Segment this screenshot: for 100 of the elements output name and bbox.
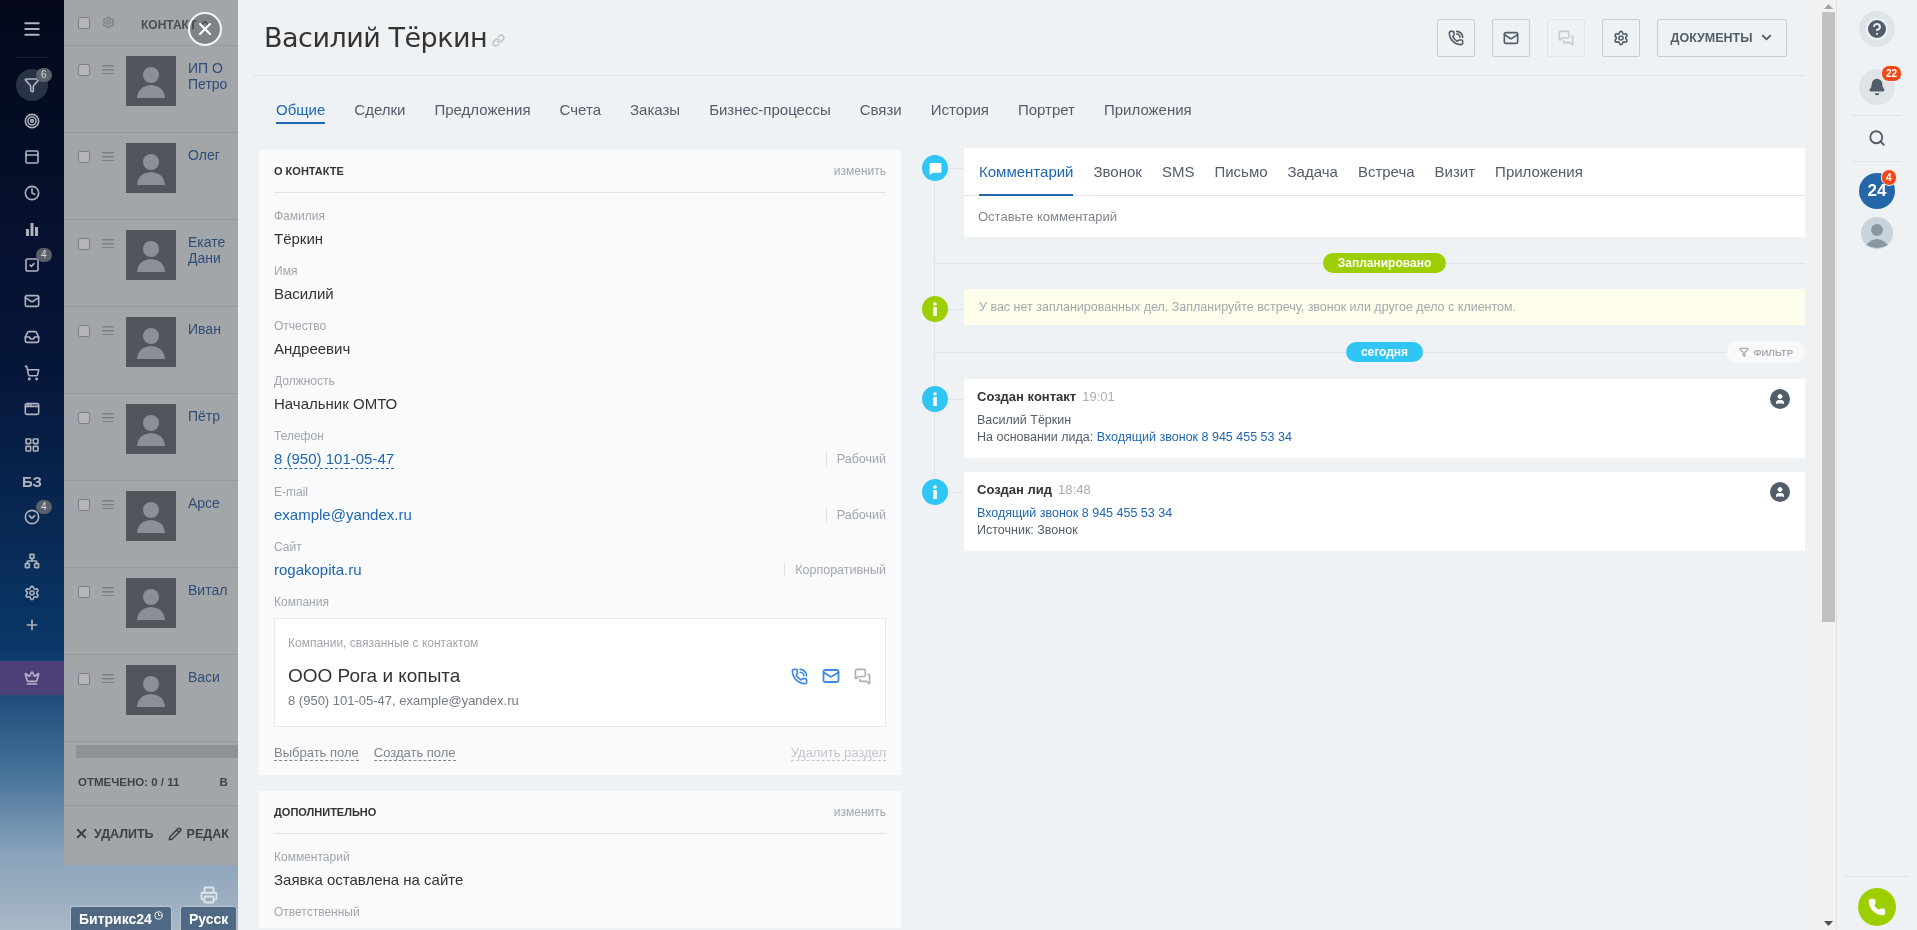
tab[interactable]: Предложения — [434, 94, 531, 124]
checkbox[interactable] — [78, 238, 90, 250]
contact-title: Василий Тёркин — [264, 22, 488, 53]
close-icon — [74, 826, 89, 841]
help-button[interactable] — [1859, 11, 1895, 47]
composer-tab[interactable]: Письмо — [1214, 148, 1268, 196]
lead-link[interactable]: Входящий звонок 8 945 455 53 34 — [977, 506, 1173, 520]
contact-name[interactable]: Арсе — [188, 495, 220, 511]
field-label: Имя — [274, 264, 298, 278]
contact-name[interactable]: Иван — [188, 321, 221, 337]
field-link[interactable]: rogakopita.ru — [274, 560, 362, 579]
nav-label: БЗ — [22, 472, 42, 490]
delete-button[interactable]: УДАЛИТЬ — [74, 826, 154, 841]
tab[interactable]: Бизнес-процессы — [709, 94, 831, 124]
filter-icon — [24, 77, 40, 93]
drag-handle-icon[interactable] — [102, 587, 114, 596]
company-details: 8 (950) 101-05-47, example@yandex.ru — [288, 693, 519, 708]
choose-field-link[interactable]: Выбрать поле — [274, 745, 359, 761]
checkbox[interactable] — [78, 16, 90, 29]
contact-name[interactable]: Пётр — [188, 408, 221, 424]
avatar-placeholder — [126, 230, 176, 280]
notifications-button[interactable] — [1859, 69, 1895, 105]
documents-button[interactable]: ДОКУМЕНТЫ — [1657, 18, 1787, 57]
drag-handle-icon[interactable] — [102, 413, 114, 422]
plus-icon — [24, 617, 40, 633]
email-button[interactable] — [1492, 18, 1530, 57]
checkbox[interactable] — [78, 586, 90, 598]
tab[interactable]: Связи — [859, 94, 902, 124]
value-type: Рабочий — [825, 452, 886, 466]
user-icon-glyph — [1774, 486, 1786, 498]
panel-icon — [24, 149, 40, 165]
drag-handle-icon[interactable] — [102, 500, 114, 509]
lead-link[interactable]: Входящий звонок 8 945 455 53 34 — [1096, 430, 1292, 444]
user-icon[interactable] — [1770, 389, 1790, 409]
drag-handle-icon[interactable] — [102, 239, 114, 248]
create-field-link[interactable]: Создать поле — [373, 745, 456, 761]
contact-name[interactable]: Олег — [188, 147, 220, 163]
drag-handle-icon[interactable] — [102, 65, 114, 74]
brand-button[interactable]: Битрикс24 — [70, 906, 172, 930]
bell-icon — [1868, 78, 1886, 96]
settings-button[interactable] — [1602, 18, 1640, 57]
chevron-down-icon — [24, 509, 40, 525]
contact-name[interactable]: Екате Дани — [188, 234, 226, 266]
tab[interactable]: Приложения — [1103, 94, 1192, 124]
composer-tab[interactable]: Встреча — [1357, 148, 1415, 196]
tab[interactable]: Счета — [559, 94, 601, 124]
field-label: Фамилия — [274, 209, 325, 223]
contact-name[interactable]: Витал — [188, 582, 228, 598]
target-icon — [24, 113, 40, 129]
count-badge: 4 — [36, 248, 52, 262]
search-button[interactable] — [1868, 129, 1886, 147]
edit-button[interactable]: РЕДАК — [167, 826, 229, 841]
nav-item[interactable] — [0, 661, 64, 695]
composer-tab[interactable]: Задача — [1287, 148, 1338, 196]
checkbox[interactable] — [78, 64, 90, 76]
company-name[interactable]: ООО Рога и копыта — [288, 665, 519, 687]
composer-tab[interactable]: Приложения — [1495, 148, 1583, 196]
scroll-down-icon[interactable] — [1823, 921, 1833, 926]
drag-handle-icon[interactable] — [102, 674, 114, 683]
composer-tab[interactable]: SMS — [1161, 148, 1195, 196]
tab[interactable]: Портрет — [1017, 94, 1075, 124]
nav-item[interactable]: БЗ — [0, 463, 64, 499]
field-value: Тёркин — [274, 229, 324, 248]
tab[interactable]: История — [930, 94, 989, 124]
call-button[interactable] — [1437, 18, 1475, 57]
composer-tab[interactable]: Звонок — [1093, 148, 1142, 196]
nav-item[interactable]: 4 — [0, 247, 64, 283]
user-icon[interactable] — [1770, 482, 1790, 502]
field-label: Сайт — [274, 540, 302, 554]
empty-plans-note: У вас нет запланированных дел. Запланируйте встречу, звонок или другое дело с клиентом. — [964, 289, 1805, 325]
mail-icon[interactable] — [822, 667, 840, 685]
field-link[interactable]: example@yandex.ru — [274, 505, 412, 524]
field-value: Василий — [274, 284, 334, 303]
tab[interactable]: Общие — [276, 94, 326, 124]
checkbox[interactable] — [78, 499, 90, 511]
chat-icon[interactable] — [854, 667, 871, 685]
checkbox[interactable] — [78, 412, 90, 424]
contact-name[interactable]: Васи — [188, 669, 220, 685]
composer-tab[interactable]: Визит — [1434, 148, 1476, 196]
contact-name[interactable]: ИП О Петро — [188, 60, 228, 92]
tab[interactable]: Сделки — [354, 94, 406, 124]
drag-handle-icon[interactable] — [102, 152, 114, 161]
scroll-up-icon[interactable] — [1823, 4, 1833, 9]
checkbox[interactable] — [78, 673, 90, 685]
drag-handle-icon[interactable] — [102, 326, 114, 335]
tab[interactable]: Заказы — [630, 94, 681, 124]
field-label: Телефон — [274, 429, 324, 443]
language-button[interactable]: Русск — [179, 906, 238, 930]
phone-icon[interactable] — [791, 667, 808, 685]
checkbox[interactable] — [78, 151, 90, 163]
nav-item[interactable]: 4 — [0, 499, 64, 535]
link-icon[interactable] — [492, 34, 506, 47]
settings-icon[interactable] — [102, 16, 115, 29]
user-avatar[interactable] — [1861, 217, 1893, 249]
checkbox[interactable] — [78, 325, 90, 337]
field-link[interactable]: 8 (950) 101-05-47 — [274, 449, 395, 469]
nav-item[interactable]: 6 — [0, 67, 64, 103]
printer-icon[interactable] — [199, 886, 218, 904]
field-label: E-mail — [274, 485, 308, 499]
avatar-placeholder — [126, 491, 176, 541]
